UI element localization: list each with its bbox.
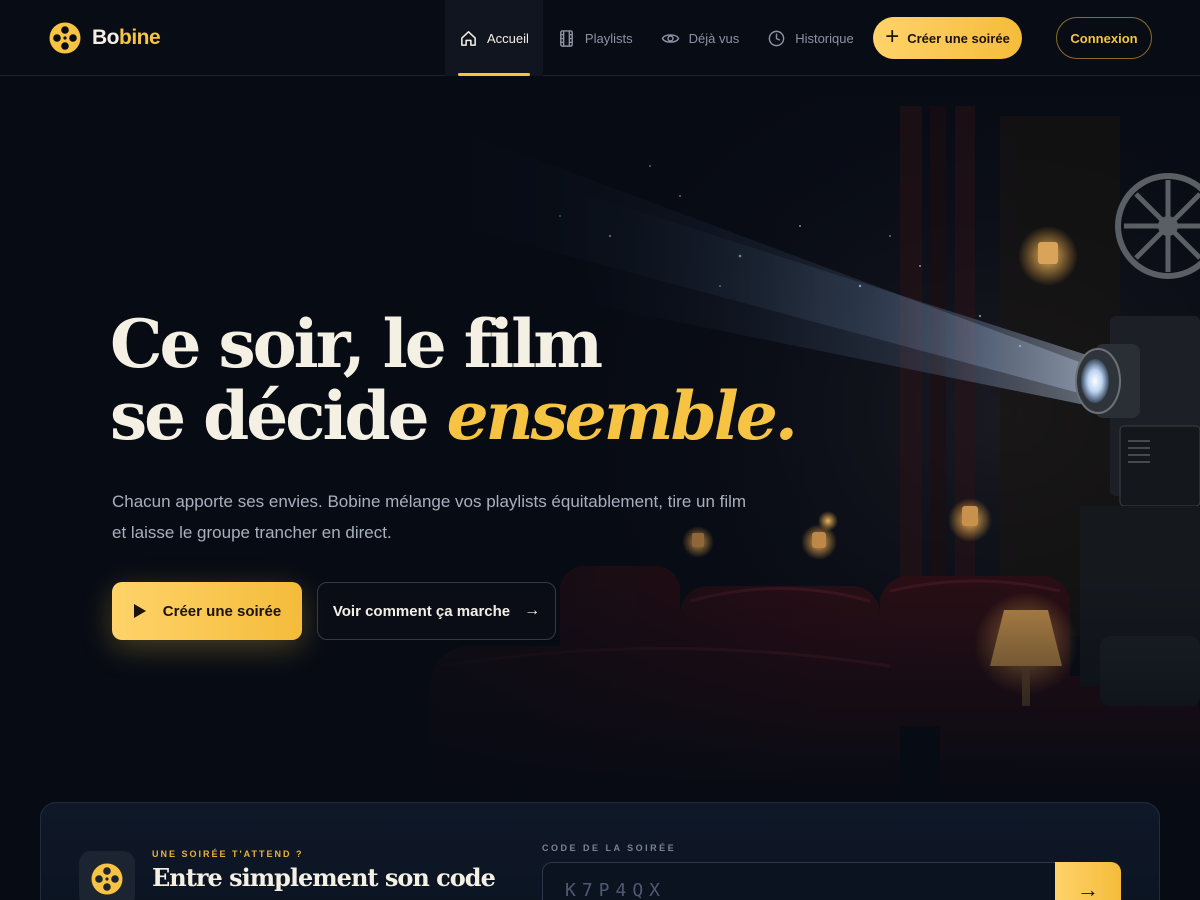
nav-item-label: Accueil xyxy=(487,30,529,46)
film-reel-icon xyxy=(49,22,81,54)
brand-name: Bobine xyxy=(92,26,161,49)
film-strip-icon xyxy=(560,29,573,47)
film-reel-icon xyxy=(91,863,123,895)
eye-icon xyxy=(661,33,679,43)
arrow-right-icon: → xyxy=(1077,877,1099,900)
join-eyebrow: UNE SOIRÉE T'ATTEND ? xyxy=(152,849,304,859)
top-bar: Bobine Accueil Playlists Déjà vus Histor… xyxy=(0,0,1200,76)
create-party-hero-label: Créer une soirée xyxy=(162,602,282,620)
how-it-works-button[interactable]: Voir comment ça marche → xyxy=(317,582,556,640)
nav-item-label: Playlists xyxy=(584,30,633,46)
nav-item-playlists[interactable]: Playlists xyxy=(543,0,647,76)
nav-item-historique[interactable]: Historique xyxy=(753,0,868,76)
main-nav: Accueil Playlists Déjà vus Historique xyxy=(445,0,868,76)
hero-title-line2: se décide xyxy=(110,377,447,455)
nav-item-label: Historique xyxy=(795,30,854,46)
create-party-hero-button[interactable]: Créer une soirée xyxy=(112,582,302,640)
join-party-card: UNE SOIRÉE T'ATTEND ? Entre simplement s… xyxy=(40,802,1160,900)
hero-description: Chacun apporte ses envies. Bobine mélang… xyxy=(112,492,747,542)
nav-item-deja-vus[interactable]: Déjà vus xyxy=(647,0,754,76)
login-button[interactable]: Connexion xyxy=(1056,17,1152,59)
play-icon xyxy=(133,604,146,618)
create-party-button[interactable]: + Créer une soirée xyxy=(873,17,1022,59)
hero-title-accent: ensemble. xyxy=(446,377,798,455)
party-code-input[interactable] xyxy=(542,862,1056,900)
create-party-label: Créer une soirée xyxy=(907,30,1010,46)
how-it-works-label: Voir comment ça marche xyxy=(332,602,511,620)
brand-logo[interactable]: Bobine xyxy=(48,20,161,56)
arrow-right-icon: → xyxy=(524,602,541,619)
hero-title-line1: Ce soir, le film xyxy=(110,305,603,383)
party-code-label: CODE DE LA SOIRÉE xyxy=(542,843,677,853)
nav-item-accueil[interactable]: Accueil xyxy=(445,0,543,76)
join-icon-tile xyxy=(79,851,135,900)
clock-icon xyxy=(768,30,785,46)
nav-item-label: Déjà vus xyxy=(688,30,740,46)
join-submit-button[interactable]: → xyxy=(1055,862,1121,900)
join-title: Entre simplement son code xyxy=(152,863,496,892)
plus-icon: + xyxy=(885,23,900,50)
home-icon xyxy=(461,30,476,46)
hero-title: Ce soir, le film se décide ensemble. xyxy=(110,308,810,452)
